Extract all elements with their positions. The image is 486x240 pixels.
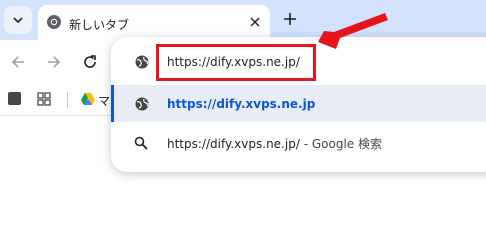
browser-window: 新しいタブ マ https://dify.xvps.ne.jp/ https:/… bbox=[0, 0, 486, 212]
annotation-arrow bbox=[318, 13, 388, 49]
